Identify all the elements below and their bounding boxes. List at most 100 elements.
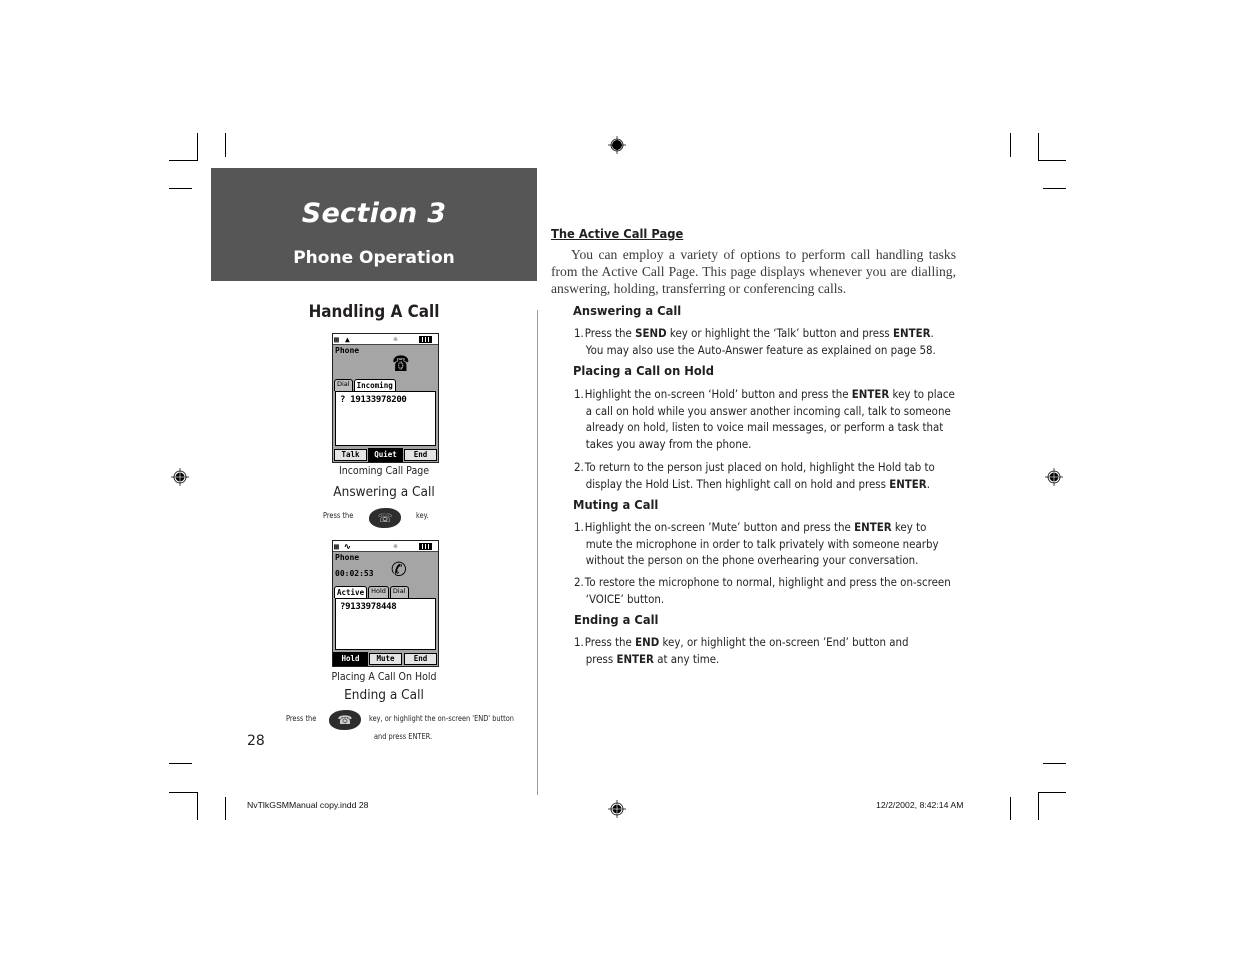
crop-mark	[1043, 188, 1066, 189]
text-run: Press the	[584, 635, 636, 649]
active-call-screenshot: ▩ ∿ ☼ Phone 00:02:53 ✆ Active Hold Dial …	[332, 540, 439, 667]
backlight-icon: ☼	[393, 542, 398, 551]
key-name: SEND	[635, 326, 667, 340]
column-divider	[537, 310, 538, 795]
intro-paragraph: You can employ a variety of options to p…	[551, 247, 956, 296]
text-run: To return to the person just placed on h…	[584, 460, 935, 474]
item-continuation: already on hold, listen to voice mail me…	[585, 420, 944, 435]
text-run: a call on hold while you answer another …	[585, 403, 951, 418]
press-the-label: Press the	[286, 714, 317, 723]
registration-mark-icon	[171, 468, 189, 486]
softkey-talk: Talk	[334, 449, 367, 461]
incoming-call-screenshot: ▩ ▲ ☼ Phone ☎ Dial Incoming ? 1913397820…	[332, 333, 439, 463]
tab-bar: Dial Incoming	[334, 379, 396, 391]
item-number: 1.	[574, 520, 584, 534]
crop-mark	[169, 792, 198, 793]
softkey-mute: Mute	[369, 653, 402, 665]
item-number: 2.	[574, 460, 584, 474]
key-name: ENTER	[854, 520, 892, 534]
key-name: ENTER	[616, 651, 654, 666]
battery-icon	[419, 543, 432, 550]
tab-hold: Hold	[368, 586, 389, 598]
telephone-icon: ☎	[393, 348, 409, 378]
telephone-offhook-icon: ✆	[391, 554, 407, 584]
subheading-ending: Ending a Call	[574, 612, 659, 627]
registration-mark-icon	[1045, 468, 1063, 486]
softkey-quiet: Quiet	[368, 448, 403, 462]
key-name: ENTER	[889, 476, 927, 491]
text-run: press	[585, 651, 617, 666]
call-timer: 00:02:53	[335, 569, 374, 578]
send-key-icon: ☏	[369, 508, 401, 528]
key-name: ENTER	[893, 326, 931, 340]
key-name: END	[635, 635, 660, 649]
list-item: 1.Highlight the on-screen ’Mute’ button …	[574, 519, 961, 569]
crop-mark	[1043, 763, 1066, 764]
softkey-end: End	[404, 449, 437, 461]
active-call-page-title: The Active Call Page	[551, 226, 684, 241]
list-item: 1.Highlight the on-screen ‘Hold’ button …	[574, 386, 961, 452]
key-label: key.	[416, 511, 429, 520]
text-run: key or highlight the ‘Talk’ button and p…	[666, 326, 894, 340]
item-continuation: a call on hold while you answer another …	[574, 403, 961, 420]
page-number: 28	[247, 733, 265, 749]
crop-mark	[1038, 133, 1039, 161]
tab-dial: Dial	[389, 586, 409, 598]
figure-caption: Incoming Call Page	[338, 465, 430, 477]
ending-instruction-line1: key, or highlight the on-screen 'END' bu…	[369, 714, 514, 723]
crop-mark	[169, 188, 192, 189]
tab-incoming: Incoming	[353, 379, 396, 391]
text-run: mute the microphone in order to talk pri…	[585, 536, 939, 551]
subheading-muting: Muting a Call	[573, 497, 659, 512]
end-key-icon: ☎	[329, 710, 361, 730]
text-run: Highlight the on-screen ‘Hold’ button an…	[584, 387, 852, 401]
timestamp-slug: 12/2/2002, 8:42:14 AM	[876, 800, 964, 810]
key-name: ENTER	[851, 387, 890, 401]
text-run: ‘VOICE’ button.	[585, 591, 665, 606]
softkey-hold: Hold	[333, 652, 368, 666]
ending-instruction-line2: and press ENTER.	[374, 732, 433, 741]
crop-mark	[1010, 133, 1011, 157]
file-slug: NvTlkGSMManual copy.indd 28	[247, 800, 369, 810]
text-run: display the Hold List. Then highlight ca…	[585, 476, 890, 491]
text-run: key to	[891, 520, 927, 534]
crop-mark	[169, 160, 198, 161]
item-number: 2.	[574, 575, 584, 589]
list-item: 2.To restore the microphone to normal, h…	[574, 574, 961, 607]
tab-dial: Dial	[334, 379, 353, 391]
call-active-icon: ∿	[344, 542, 351, 551]
signal-icon: ▩	[334, 335, 339, 344]
crop-mark	[197, 133, 198, 161]
list-item: 2.To return to the person just placed on…	[574, 459, 961, 492]
crop-mark	[1038, 792, 1039, 820]
crop-mark	[225, 797, 226, 820]
section-title: Section 3	[301, 198, 447, 229]
tab-bar: Active Hold Dial	[334, 586, 409, 598]
text-run: To restore the microphone to normal, hig…	[584, 575, 951, 589]
backlight-icon: ☼	[393, 335, 398, 344]
call-list: ? 19133978200	[335, 391, 436, 446]
text-run: Press the	[584, 326, 636, 340]
text-run: key to place	[889, 387, 955, 401]
text-run: .	[926, 476, 930, 491]
subheading-hold: Placing a Call on Hold	[573, 363, 714, 378]
caller-number: ?9133978448	[340, 602, 397, 612]
crop-mark	[1010, 797, 1011, 820]
screen-title: Phone	[335, 553, 360, 562]
battery-icon	[419, 336, 432, 343]
crop-mark	[1038, 160, 1066, 161]
text-run: Highlight the on-screen ’Mute’ button an…	[584, 520, 855, 534]
answering-heading: Answering a Call	[333, 484, 435, 500]
item-continuation: mute the microphone in order to talk pri…	[574, 536, 961, 553]
item-continuation: press ENTER at any time.	[574, 651, 961, 668]
crop-mark	[169, 763, 192, 764]
screen-title: Phone	[335, 346, 360, 355]
list-item: 1.Press the END key, or highlight the on…	[574, 634, 961, 667]
item-continuation: without the person on the phone overhear…	[585, 553, 919, 568]
list-item: 1.Press the SEND key or highlight the ‘T…	[574, 325, 961, 358]
softkey-end: End	[404, 653, 437, 665]
text-run: You may also use the Auto-Answer feature…	[585, 342, 936, 357]
text-run: key, or highlight the on-screen ’End’ bu…	[659, 635, 909, 649]
softkey-bar: Talk Quiet End	[334, 448, 437, 462]
signal-icon: ▩	[334, 542, 339, 551]
